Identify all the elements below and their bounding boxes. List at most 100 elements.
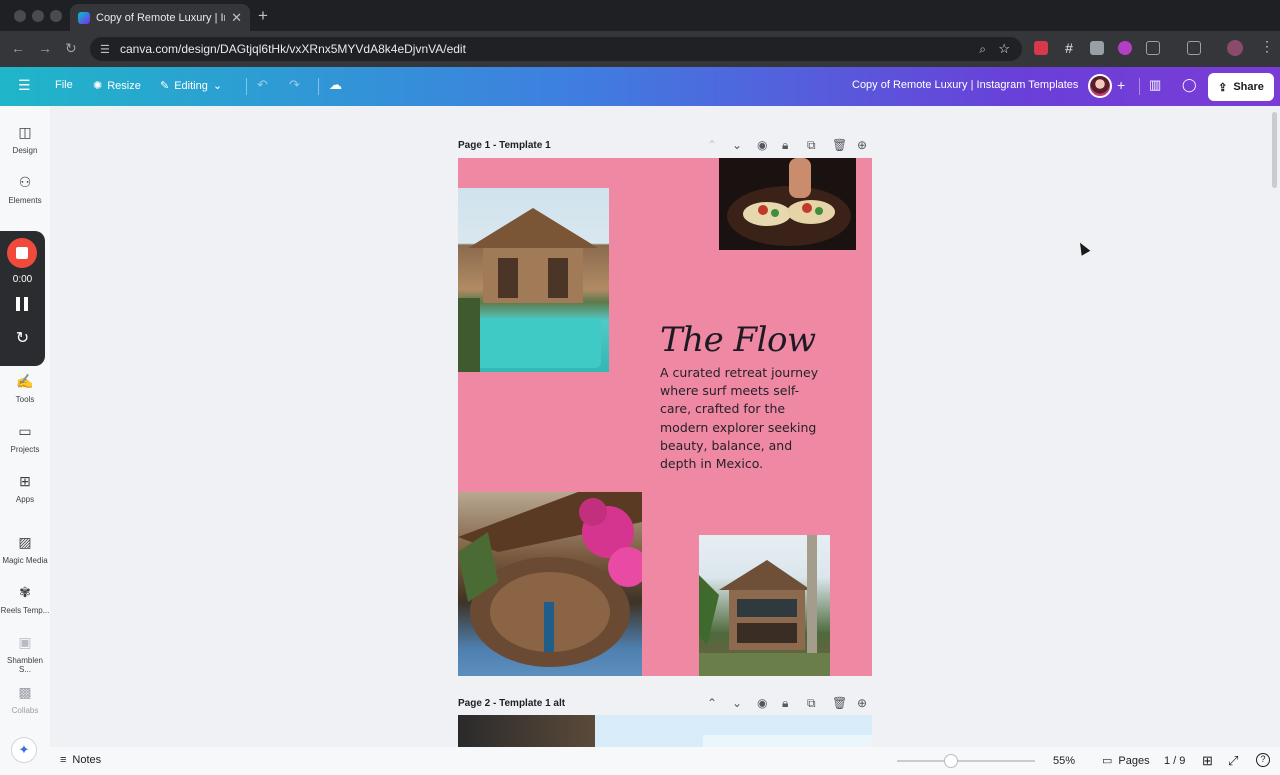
extensions-puzzle-icon[interactable] xyxy=(1146,41,1160,55)
cloud-saved-icon[interactable]: ☁ xyxy=(329,77,342,93)
file-label: File xyxy=(55,79,73,91)
window-maximize-dot[interactable] xyxy=(50,10,62,22)
undo-icon[interactable]: ↶ xyxy=(257,77,268,93)
thatched-house-illustration xyxy=(699,535,830,676)
design-page-2[interactable] xyxy=(458,715,872,747)
sidebar-item-apps[interactable]: ⊞ Apps xyxy=(0,473,50,504)
notes-button[interactable]: ≡ Notes xyxy=(60,754,101,766)
notes-label: Notes xyxy=(72,754,102,766)
tab-search-icon[interactable] xyxy=(1187,41,1201,55)
back-icon[interactable]: ← xyxy=(11,40,25,56)
fullscreen-icon[interactable]: ⤢ xyxy=(1228,753,1238,769)
hide-page-icon[interactable]: ◉ xyxy=(757,138,767,152)
hide-page-icon[interactable]: ◉ xyxy=(757,696,767,710)
page-2-food-photo xyxy=(458,715,595,747)
share-button[interactable]: ⇪ Share xyxy=(1208,73,1274,101)
thatched-house-photo[interactable] xyxy=(699,535,830,676)
lock-page-icon[interactable]: 🔒︎ xyxy=(782,696,788,711)
user-avatar[interactable] xyxy=(1088,74,1112,98)
resize-button[interactable]: ✺ Resize xyxy=(93,79,141,93)
elements-shapes-icon: ⚇ xyxy=(18,174,32,190)
sidebar-item-label: Projects xyxy=(10,445,40,454)
zoom-lens-icon[interactable]: ⌕ xyxy=(979,42,986,57)
extension-hash-icon[interactable]: # xyxy=(1062,41,1076,55)
browser-menu-icon[interactable]: ⋮ xyxy=(1260,38,1274,55)
bookmark-star-icon[interactable]: ☆ xyxy=(998,41,1010,57)
pause-icon[interactable] xyxy=(16,297,28,311)
browser-tab-strip: Copy of Remote Luxury | Insta ✕ + xyxy=(0,0,1280,31)
forward-icon[interactable]: → xyxy=(38,40,52,56)
page-2-sky-photo xyxy=(703,735,872,747)
profile-avatar-icon[interactable] xyxy=(1227,40,1243,56)
stop-recording-button[interactable] xyxy=(7,238,37,268)
canvas-scrollbar[interactable] xyxy=(1272,112,1277,188)
sidebar-item-design[interactable]: ◫ Design xyxy=(0,124,50,155)
villa-pool-photo[interactable] xyxy=(458,188,609,372)
lock-page-icon[interactable]: 🔒︎ xyxy=(782,138,788,153)
add-collaborator-icon[interactable]: + xyxy=(1117,77,1125,93)
stop-icon xyxy=(16,247,28,259)
shamblen-app-icon: ▣ xyxy=(18,634,32,650)
duplicate-page-icon[interactable]: ⧉ xyxy=(807,138,816,153)
document-title[interactable]: Copy of Remote Luxury | Instagram Templa… xyxy=(852,79,1078,91)
editing-mode-dropdown[interactable]: ✎ Editing ⌄ xyxy=(160,79,222,93)
delete-page-icon[interactable]: 🗑︎ xyxy=(832,138,847,152)
help-icon[interactable]: ? xyxy=(1256,753,1270,767)
pages-button[interactable]: ▭ Pages xyxy=(1102,754,1150,768)
sidebar-item-shamblen[interactable]: ▣ Shamblen S... xyxy=(0,634,50,674)
move-page-up-icon[interactable]: ⌃ xyxy=(707,138,717,152)
editing-label: Editing xyxy=(174,79,208,92)
window-minimize-dot[interactable] xyxy=(32,10,44,22)
page-count[interactable]: 1 / 9 xyxy=(1164,755,1185,767)
page-1-title[interactable]: Page 1 - Template 1 xyxy=(458,140,551,151)
redo-icon[interactable]: ↷ xyxy=(289,77,300,93)
browser-tab[interactable]: Copy of Remote Luxury | Insta ✕ xyxy=(70,4,250,31)
address-bar[interactable]: ☰ canva.com/design/DAGtjql6tHk/vxXRnx5MY… xyxy=(90,37,1022,61)
site-info-icon[interactable]: ☰ xyxy=(100,43,110,56)
folder-icon: ▭ xyxy=(18,423,32,439)
apps-grid-icon: ⊞ xyxy=(19,473,31,489)
sidebar-item-elements[interactable]: ⚇ Elements xyxy=(0,174,50,205)
main-menu-icon[interactable]: ☰ xyxy=(18,77,31,94)
page-2-title[interactable]: Page 2 - Template 1 alt xyxy=(458,698,565,709)
move-page-down-icon[interactable]: ⌄ xyxy=(732,138,742,152)
add-page-icon[interactable]: ⊕ xyxy=(857,696,867,710)
extension-camera-icon[interactable] xyxy=(1090,41,1104,55)
zoom-level[interactable]: 55% xyxy=(1053,755,1075,767)
sidebar-item-projects[interactable]: ▭ Projects xyxy=(0,423,50,454)
comment-icon[interactable]: ◯ xyxy=(1182,77,1197,93)
tacos-illustration xyxy=(727,158,851,246)
peacock-photo[interactable] xyxy=(458,492,642,676)
sidebar-item-label: Collabs xyxy=(11,706,39,715)
move-page-down-icon[interactable]: ⌄ xyxy=(732,696,742,710)
tools-pen-icon: ✍ xyxy=(16,373,34,389)
design-body-text[interactable]: A curated retreat journey where surf mee… xyxy=(660,364,830,473)
reload-icon[interactable]: ↻ xyxy=(65,40,77,57)
sidebar-item-tools[interactable]: ✍ Tools xyxy=(0,373,50,404)
file-menu-button[interactable]: File xyxy=(55,79,73,91)
sidebar-item-reels-templates[interactable]: ✾ Reels Temp... xyxy=(0,584,50,615)
insights-chart-icon[interactable]: ▥ xyxy=(1149,77,1161,93)
window-close-dot[interactable] xyxy=(14,10,26,22)
move-page-up-icon[interactable]: ⌃ xyxy=(707,696,717,710)
zoom-slider-handle[interactable] xyxy=(944,754,958,768)
restart-recording-icon[interactable]: ↻ xyxy=(0,328,45,348)
delete-page-icon[interactable]: 🗑︎ xyxy=(832,696,847,710)
sidebar-item-magic-media[interactable]: ▨ Magic Media xyxy=(0,534,50,565)
sparkle-icon: ✺ xyxy=(93,80,103,92)
tacos-photo[interactable] xyxy=(719,158,856,250)
mouse-cursor-icon xyxy=(1075,240,1091,256)
magic-assistant-button[interactable]: ✦ xyxy=(11,737,37,763)
extension-flag-icon[interactable] xyxy=(1034,41,1048,55)
duplicate-page-icon[interactable]: ⧉ xyxy=(807,696,816,711)
grid-view-icon[interactable]: ⊞ xyxy=(1202,753,1213,769)
sidebar-item-collabs[interactable]: ▩ Collabs xyxy=(0,684,50,715)
reels-flower-icon: ✾ xyxy=(19,584,31,600)
close-tab-icon[interactable]: ✕ xyxy=(231,10,242,26)
extension-download-icon[interactable] xyxy=(1118,41,1132,55)
browser-tab-title: Copy of Remote Luxury | Insta xyxy=(96,11,225,24)
design-title-text[interactable]: The Flow xyxy=(660,320,816,360)
zoom-slider[interactable] xyxy=(897,754,1035,768)
add-page-icon[interactable]: ⊕ xyxy=(857,138,867,152)
new-tab-icon[interactable]: + xyxy=(258,6,268,26)
